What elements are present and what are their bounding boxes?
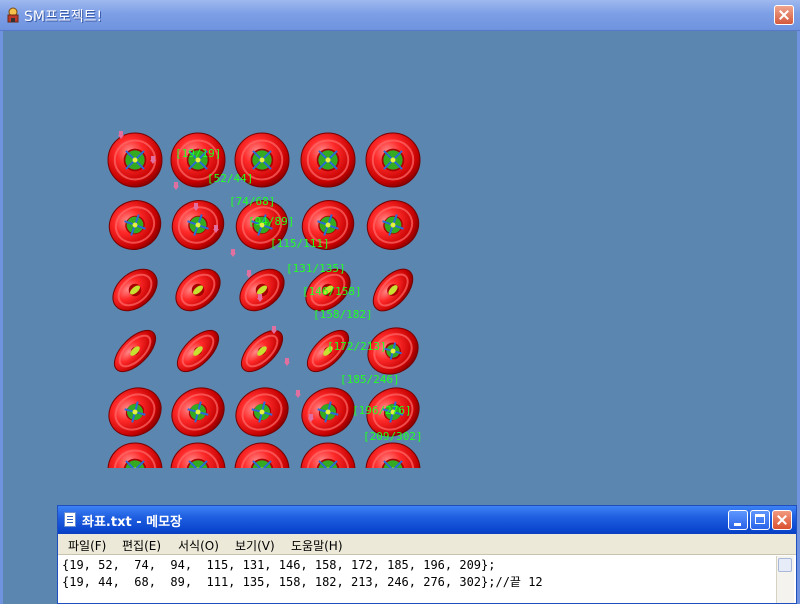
menu-format[interactable]: 서식(O): [178, 537, 219, 554]
menu-bar: 파일(F) 편집(E) 서식(O) 보기(V) 도움말(H): [58, 534, 796, 555]
window-border-left: [0, 31, 3, 604]
notepad-close-button[interactable]: [772, 510, 792, 530]
maximize-button[interactable]: [750, 510, 770, 530]
menu-file[interactable]: 파일(F): [68, 537, 106, 554]
marker-arrow-icon: [118, 131, 124, 139]
notepad-icon: [64, 512, 76, 527]
marker-arrow-icon: [271, 326, 277, 334]
coordinate-label: [74/68]: [229, 195, 276, 208]
app-icon: [7, 7, 19, 23]
notepad-window: 좌표.txt - 메모장 파일(F) 편집(E) 서식(O) 보기(V) 도움말…: [57, 505, 797, 604]
marker-arrow-icon: [150, 156, 156, 164]
sprite-frame: [108, 200, 162, 250]
main-titlebar[interactable]: SM프로젝트!: [0, 0, 800, 31]
sprite-frame: [234, 442, 290, 468]
notepad-titlebar[interactable]: 좌표.txt - 메모장: [58, 506, 796, 534]
close-button[interactable]: [774, 5, 794, 25]
sprite-frame: [176, 329, 220, 373]
sprite-frame: [365, 132, 421, 188]
coordinate-label: [158/182]: [313, 308, 373, 321]
sprite-frame: [240, 329, 284, 373]
sprite-frame: [170, 442, 226, 468]
marker-arrow-icon: [173, 182, 179, 190]
marker-arrow-icon: [230, 249, 236, 257]
coordinate-label: [115/111]: [270, 237, 330, 250]
coordinate-label: [52/44]: [207, 172, 254, 185]
coordinate-label: [94/89]: [248, 215, 295, 228]
notepad-title: 좌표.txt - 메모장: [82, 515, 182, 530]
coordinate-label: [131/135]: [286, 262, 346, 275]
coordinate-label: [172/213]: [327, 340, 387, 353]
vertical-scrollbar[interactable]: [776, 556, 794, 603]
text-editor[interactable]: {19, 52, 74, 94, 115, 131, 146, 158, 172…: [62, 557, 543, 591]
sprite-frame: [171, 387, 225, 437]
sprite-frame: [366, 200, 420, 250]
marker-arrow-icon: [308, 414, 314, 422]
sprite-frame: [107, 442, 163, 468]
coordinate-label: [196/276]: [352, 404, 412, 417]
sprite-frame: [301, 387, 355, 437]
window-title: SM프로젝트!: [24, 9, 103, 25]
coordinate-label: [19/19]: [175, 147, 222, 160]
menu-view[interactable]: 보기(V): [235, 537, 275, 554]
sprite-frame: [300, 442, 356, 468]
sprite-frame: [239, 268, 285, 312]
sprite-frame: [300, 132, 356, 188]
sprite-frame: [175, 268, 221, 312]
coordinate-label: [146/158]: [302, 285, 362, 298]
marker-arrow-icon: [213, 225, 219, 233]
marker-arrow-icon: [246, 270, 252, 278]
menu-edit[interactable]: 편집(E): [122, 537, 161, 554]
coordinate-label: [185/246]: [340, 373, 400, 386]
text-line-2: {19, 44, 68, 89, 111, 135, 158, 182, 213…: [62, 575, 543, 589]
marker-arrow-icon: [193, 203, 199, 211]
sprite-frame: [113, 329, 157, 373]
marker-arrow-icon: [295, 390, 301, 398]
marker-arrow-icon: [284, 358, 290, 366]
sprite-frame: [107, 132, 163, 188]
marker-arrow-icon: [257, 294, 263, 302]
sprite-frame: [112, 268, 158, 312]
minimize-button[interactable]: [728, 510, 748, 530]
menu-help[interactable]: 도움말(H): [291, 537, 343, 554]
coordinate-label: [209/302]: [363, 430, 423, 443]
sprite-frame: [235, 387, 289, 437]
sprite-frame: [108, 387, 162, 437]
text-line-1: {19, 52, 74, 94, 115, 131, 146, 158, 172…: [62, 558, 496, 572]
